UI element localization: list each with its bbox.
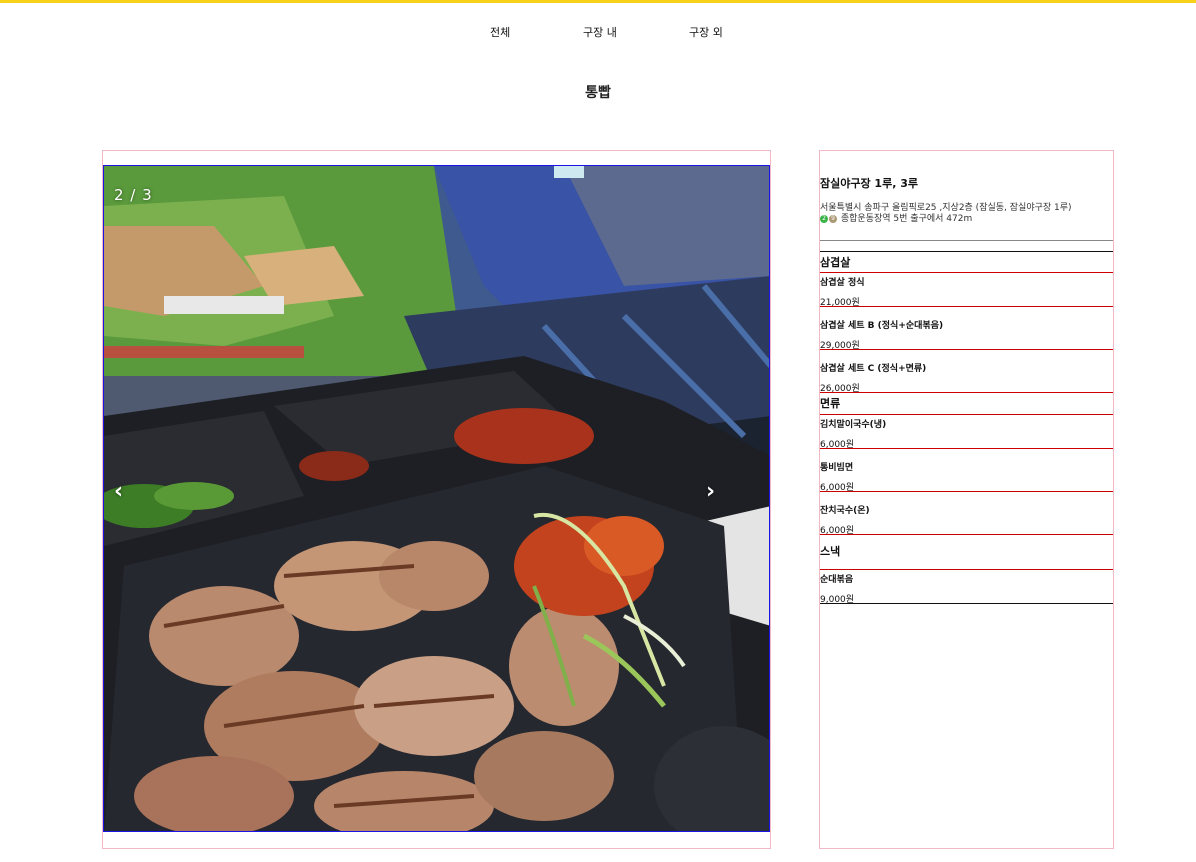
menu-item: 삼겹살 세트 C (정식+면류) 26,000원 — [820, 359, 1113, 394]
nearest-station: 29 종합운동장역 5번 출구에서 472m — [820, 211, 972, 224]
page-title: 통빱 — [585, 85, 611, 101]
menu-item-price: 6,000원 — [820, 440, 855, 450]
subway-line-2-icon: 2 — [820, 214, 828, 223]
menu-item-price: 6,000원 — [820, 526, 855, 536]
nav-tab-all[interactable]: 전체 — [490, 24, 510, 40]
menu-item-price: 21,000원 — [820, 298, 860, 308]
menu-category-snacks: 스낵 — [820, 535, 1113, 570]
menu-item: 삼겹살 세트 B (정식+순대볶음) 29,000원 — [820, 316, 1113, 351]
menu-item: 잔치국수(온) 6,000원 — [820, 501, 1113, 536]
menu-item: 김치말이국수(냉) 6,000원 — [820, 415, 1113, 450]
menu-item-name: 삼겹살 세트 B (정식+순대볶음) — [820, 321, 944, 331]
menu-item: 삼겹살 정식 21,000원 — [820, 273, 1113, 308]
menu-item-name: 김치말이국수(냉) — [820, 420, 887, 430]
photo-gallery: 2 / 3 ‹ › — [102, 150, 771, 849]
menu-category-pork-belly: 삼겹살 — [820, 251, 1113, 273]
chevron-left-icon[interactable]: ‹ — [114, 481, 123, 503]
nav-tab-outside-stadium[interactable]: 구장 외 — [689, 24, 723, 40]
menu-item-name: 삼겹살 세트 C (정식+면류) — [820, 364, 927, 374]
menu-item-name: 잔치국수(온) — [820, 506, 870, 516]
food-photo: 2 / 3 ‹ › — [103, 165, 770, 832]
top-accent-bar — [0, 0, 1196, 3]
subway-line-9-icon: 9 — [829, 214, 837, 223]
menu-item-name: 통비빔면 — [820, 463, 854, 473]
menu-item-price: 26,000원 — [820, 384, 860, 394]
slide-counter: 2 / 3 — [114, 186, 153, 204]
nav-tab-inside-stadium[interactable]: 구장 내 — [583, 24, 617, 40]
menu-item-name: 삼겹살 정식 — [820, 278, 865, 288]
menu-item-price: 9,000원 — [820, 595, 855, 605]
station-directions: 종합운동장역 5번 출구에서 472m — [840, 214, 973, 224]
chevron-right-icon[interactable]: › — [706, 481, 715, 503]
stadium-name: 잠실야구장 1루, 3루 — [820, 177, 918, 190]
menu-item-price: 29,000원 — [820, 341, 860, 351]
menu-category-noodles: 면류 — [820, 393, 1113, 415]
menu-item: 통비빔면 6,000원 — [820, 458, 1113, 493]
category-nav: 전체 구장 내 구장 외 — [0, 24, 1196, 44]
menu-item: 순대볶음 9,000원 — [820, 570, 1113, 605]
menu-list: 삼겹살 삼겹살 정식 21,000원 삼겹살 세트 B (정식+순대볶음) 29… — [820, 240, 1113, 605]
menu-item-price: 6,000원 — [820, 483, 855, 493]
menu-item-name: 순대볶음 — [820, 575, 854, 585]
restaurant-info-panel: 잠실야구장 1루, 3루 서울특별시 송파구 올림픽로25 ,지상2층 (잠실동… — [819, 150, 1114, 849]
